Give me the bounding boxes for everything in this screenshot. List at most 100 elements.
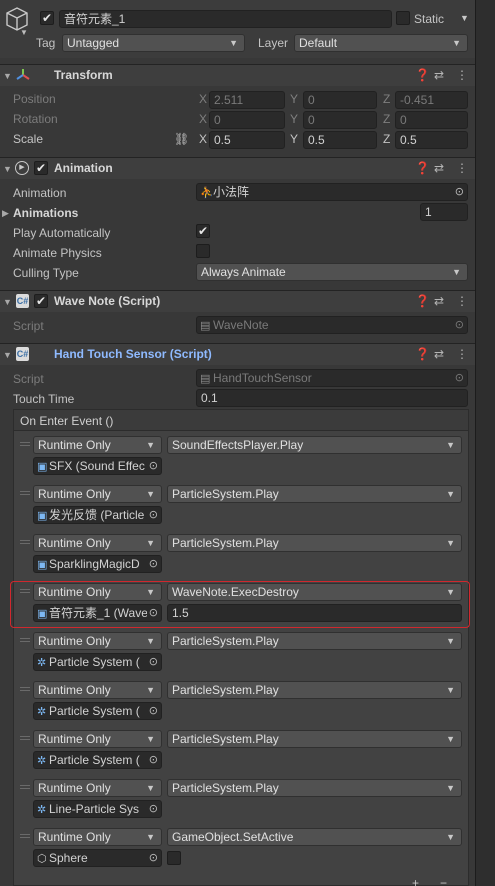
help-icon[interactable]: ❓ <box>415 347 430 361</box>
more-menu-icon[interactable]: ⋮ <box>456 347 468 361</box>
object-picker-icon[interactable]: ⊙ <box>146 507 158 523</box>
call-mode-dropdown[interactable]: Runtime Only ▼ <box>33 828 162 846</box>
call-mode-dropdown[interactable]: Runtime Only ▼ <box>33 485 162 503</box>
function-value: SoundEffectsPlayer.Play <box>172 438 304 452</box>
call-mode-dropdown[interactable]: Runtime Only ▼ <box>33 632 162 650</box>
function-dropdown[interactable]: GameObject.SetActive ▼ <box>167 828 462 846</box>
call-mode-dropdown[interactable]: Runtime Only ▼ <box>33 730 162 748</box>
animate-physics-checkbox[interactable] <box>196 244 210 258</box>
animations-foldout-icon[interactable]: ▶ <box>2 208 9 219</box>
object-picker-icon[interactable]: ⊙ <box>146 801 158 817</box>
preset-icon[interactable]: ⇄ <box>434 347 444 361</box>
drag-handle-icon[interactable] <box>20 540 30 544</box>
rotation-x-field[interactable]: 0 <box>209 111 285 129</box>
object-picker-icon[interactable]: ⊙ <box>146 703 158 719</box>
scale-x-field[interactable]: 0.5 <box>209 131 285 149</box>
layer-dropdown[interactable]: Default ▼ <box>294 34 468 52</box>
object-name-field[interactable]: 音符元素_1 <box>59 10 392 28</box>
constrain-proportions-icon[interactable]: ⛓ <box>174 132 189 146</box>
foldout-arrow-icon[interactable]: ▼ <box>3 71 12 81</box>
more-menu-icon[interactable]: ⋮ <box>456 294 468 308</box>
transform-header[interactable]: ▼ Transform ❓ ⇄ ⋮ <box>0 64 475 86</box>
animation-clip-field[interactable]: ⛹ 小法阵 ⊙ <box>196 183 468 201</box>
target-object-field[interactable]: ✲ Particle System (⊙ <box>33 653 162 671</box>
drag-handle-icon[interactable] <box>20 785 30 789</box>
object-picker-icon[interactable]: ⊙ <box>146 654 158 670</box>
hand-touch-header[interactable]: ▼ C# Hand Touch Sensor (Script) ❓ ⇄ ⋮ <box>0 343 475 365</box>
static-checkbox[interactable] <box>396 11 410 25</box>
wave-note-header[interactable]: ▼ C# ✔ Wave Note (Script) ❓ ⇄ ⋮ <box>0 290 475 312</box>
animation-header[interactable]: ▼ ▶ ✔ Animation ❓ ⇄ ⋮ <box>0 157 475 179</box>
function-value: ParticleSystem.Play <box>172 634 279 648</box>
active-checkbox[interactable]: ✔ <box>40 11 54 25</box>
call-mode-dropdown[interactable]: Runtime Only ▼ <box>33 681 162 699</box>
argument-bool-checkbox[interactable] <box>167 851 181 865</box>
drag-handle-icon[interactable] <box>20 736 30 740</box>
scale-y-field[interactable]: 0.5 <box>303 131 377 149</box>
position-z-field[interactable]: -0.451 <box>395 91 468 109</box>
function-dropdown[interactable]: ParticleSystem.Play ▼ <box>167 534 462 552</box>
drag-handle-icon[interactable] <box>20 491 30 495</box>
drag-handle-icon[interactable] <box>20 442 30 446</box>
rotation-y-field[interactable]: 0 <box>303 111 377 129</box>
preset-icon[interactable]: ⇄ <box>434 294 444 308</box>
rotation-y-label: Y <box>290 112 299 126</box>
target-object-field[interactable]: ▣ 发光反馈 (Particle ⊙ <box>33 506 162 524</box>
object-picker-icon[interactable]: ⊙ <box>146 458 158 474</box>
remove-listener-icon[interactable]: − <box>440 876 447 886</box>
wave-note-script-value: WaveNote <box>213 318 269 332</box>
target-object-field[interactable]: ▣ SparklingMagicD ⊙ <box>33 555 162 573</box>
static-dropdown-arrow[interactable]: ▼ <box>460 13 469 23</box>
object-picker-icon[interactable]: ⊙ <box>146 752 158 768</box>
chevron-down-icon: ▼ <box>146 783 155 793</box>
call-mode-dropdown[interactable]: Runtime Only ▼ <box>33 436 162 454</box>
touch-time-field[interactable]: 0.1 <box>196 389 468 407</box>
particle-icon: ✲ <box>37 755 47 767</box>
more-menu-icon[interactable]: ⋮ <box>456 161 468 175</box>
object-picker-icon[interactable]: ⊙ <box>146 556 158 572</box>
function-dropdown[interactable]: ParticleSystem.Play ▼ <box>167 779 462 797</box>
icon-dropdown-arrow[interactable]: ▼ <box>20 28 28 37</box>
function-dropdown[interactable]: SoundEffectsPlayer.Play ▼ <box>167 436 462 454</box>
target-object-field[interactable]: ▣ SFX (Sound Effec ⊙ <box>33 457 162 475</box>
target-object-field[interactable]: ✲ Particle System (⊙ <box>33 702 162 720</box>
wave-note-enabled-checkbox[interactable]: ✔ <box>34 294 48 308</box>
foldout-arrow-icon[interactable]: ▼ <box>3 164 12 174</box>
object-picker-icon[interactable]: ⊙ <box>455 184 464 200</box>
foldout-arrow-icon[interactable]: ▼ <box>3 350 12 360</box>
culling-type-dropdown[interactable]: Always Animate ▼ <box>196 263 468 281</box>
rotation-z-field[interactable]: 0 <box>395 111 468 129</box>
tag-dropdown[interactable]: Untagged ▼ <box>62 34 245 52</box>
foldout-arrow-icon[interactable]: ▼ <box>3 297 12 307</box>
drag-handle-icon[interactable] <box>20 638 30 642</box>
animation-enabled-checkbox[interactable]: ✔ <box>34 161 48 175</box>
preset-icon[interactable]: ⇄ <box>434 68 444 82</box>
position-x-field[interactable]: 2.511 <box>209 91 285 109</box>
play-auto-checkbox[interactable]: ✔ <box>196 224 210 238</box>
help-icon[interactable]: ❓ <box>415 161 430 175</box>
scale-z-field[interactable]: 0.5 <box>395 131 468 149</box>
target-object-field[interactable]: ✲ Particle System (⊙ <box>33 751 162 769</box>
function-dropdown[interactable]: ParticleSystem.Play ▼ <box>167 485 462 503</box>
add-listener-icon[interactable]: + <box>412 876 419 886</box>
function-dropdown[interactable]: ParticleSystem.Play ▼ <box>167 632 462 650</box>
position-y-field[interactable]: 0 <box>303 91 377 109</box>
preset-icon[interactable]: ⇄ <box>434 161 444 175</box>
object-picker-icon[interactable]: ⊙ <box>146 850 158 866</box>
help-icon[interactable]: ❓ <box>415 68 430 82</box>
call-mode-dropdown[interactable]: Runtime Only ▼ <box>33 534 162 552</box>
call-mode-dropdown[interactable]: Runtime Only ▼ <box>33 779 162 797</box>
position-label: Position <box>13 92 56 106</box>
drag-handle-icon[interactable] <box>20 687 30 691</box>
function-dropdown[interactable]: ParticleSystem.Play ▼ <box>167 681 462 699</box>
animations-count-field[interactable]: 1 <box>420 203 468 221</box>
target-object-field[interactable]: ⬡ Sphere ⊙ <box>33 849 162 867</box>
drag-handle-icon[interactable] <box>20 834 30 838</box>
target-object-field[interactable]: ✲ Line-Particle Sys ⊙ <box>33 800 162 818</box>
function-dropdown[interactable]: ParticleSystem.Play ▼ <box>167 730 462 748</box>
static-label: Static <box>414 12 445 26</box>
scale-y-label: Y <box>290 132 299 146</box>
help-icon[interactable]: ❓ <box>415 294 430 308</box>
more-menu-icon[interactable]: ⋮ <box>456 68 468 82</box>
animations-label[interactable]: Animations <box>13 206 78 220</box>
